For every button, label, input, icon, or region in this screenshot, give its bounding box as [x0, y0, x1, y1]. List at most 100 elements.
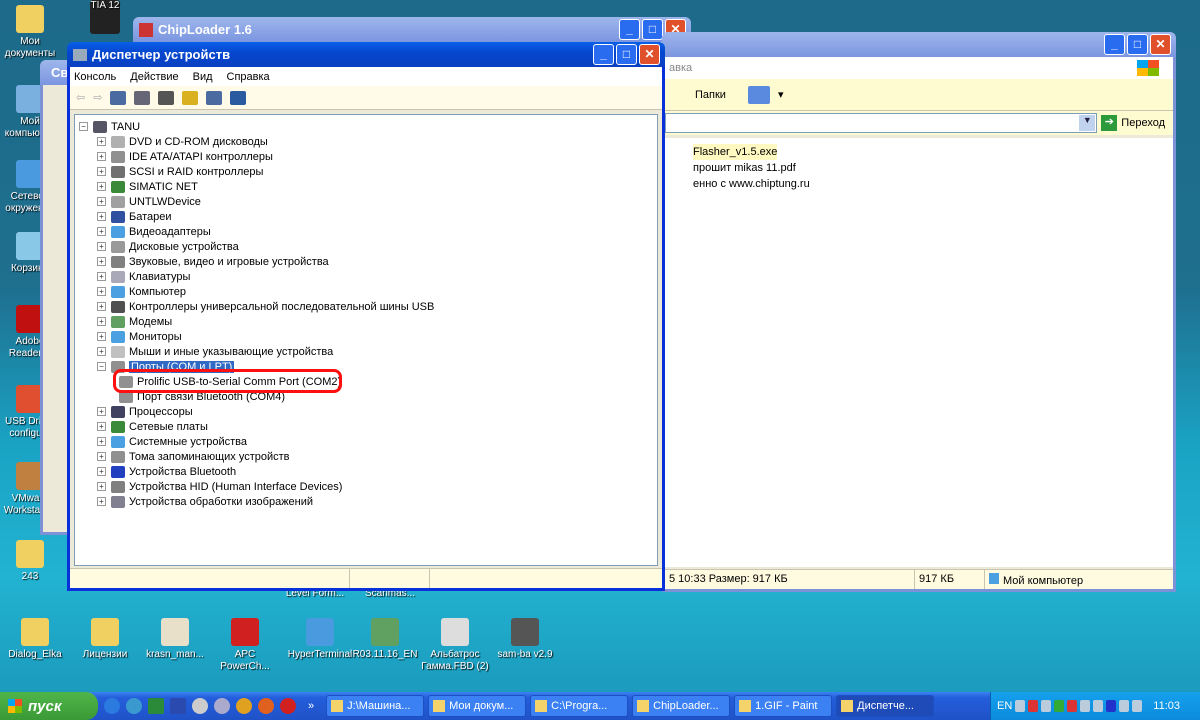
expand-icon[interactable]: +	[97, 317, 106, 326]
menu-action[interactable]: Действие	[130, 71, 178, 83]
device-category[interactable]: + UNTLWDevice	[97, 194, 201, 209]
help-icon[interactable]	[182, 90, 199, 105]
device-category[interactable]: + Звуковые, видео и игровые устройства	[97, 254, 329, 269]
expand-icon[interactable]: +	[97, 437, 106, 446]
tray-icon[interactable]	[1093, 700, 1104, 712]
tray-icon[interactable]	[1015, 700, 1026, 712]
file-item[interactable]: прошит mikas 11.pdf	[693, 160, 1173, 176]
desktop-icon-tia[interactable]: TIA 12	[85, 0, 125, 37]
app-icon[interactable]	[280, 698, 296, 714]
media-player-icon[interactable]	[236, 698, 252, 714]
views-icon[interactable]	[747, 85, 770, 104]
ie-icon[interactable]	[104, 698, 120, 714]
expand-icon[interactable]: +	[97, 407, 106, 416]
expand-icon[interactable]: +	[97, 257, 106, 266]
desktop-icon[interactable]: HyperTerminal	[285, 618, 355, 661]
desktop-icon[interactable]: sam-ba v2.9	[490, 618, 560, 661]
minimize-button[interactable]: _	[1104, 34, 1125, 55]
expand-icon[interactable]: +	[97, 497, 106, 506]
close-button[interactable]: ✕	[1150, 34, 1171, 55]
minimize-button[interactable]: _	[619, 19, 640, 40]
desktop-icon[interactable]: Dialog_Elka	[0, 618, 70, 661]
expand-icon[interactable]: +	[97, 227, 106, 236]
device-category[interactable]: + Устройства Bluetooth	[97, 464, 236, 479]
desktop-icon[interactable]: Альбатрос Гамма.FBD (2)	[420, 618, 490, 673]
start-button[interactable]: пуск	[0, 692, 98, 720]
taskbar-button[interactable]: J:\Машина...	[326, 695, 425, 717]
close-button[interactable]: ✕	[639, 44, 660, 65]
expand-icon[interactable]: +	[97, 182, 106, 191]
maximize-button[interactable]: □	[616, 44, 637, 65]
word-icon[interactable]	[170, 698, 186, 714]
maximize-button[interactable]: □	[642, 19, 663, 40]
expand-icon[interactable]: +	[97, 197, 106, 206]
device-category[interactable]: + Модемы	[97, 314, 172, 329]
expand-icon[interactable]: +	[97, 272, 106, 281]
firefox-icon[interactable]	[258, 698, 274, 714]
taskbar-button[interactable]: C:\Progra...	[530, 695, 629, 717]
forward-icon[interactable]: ⇨	[93, 91, 102, 104]
excel-icon[interactable]	[148, 698, 164, 714]
expand-icon[interactable]: +	[97, 347, 106, 356]
device-category[interactable]: + Устройства HID (Human Interface Devices…	[97, 479, 342, 494]
device-category[interactable]: + Клавиатуры	[97, 269, 190, 284]
language-indicator[interactable]: EN	[997, 700, 1012, 712]
device-category[interactable]: + Сетевые платы	[97, 419, 208, 434]
tray-icon[interactable]	[1119, 700, 1130, 712]
file-list[interactable]: Flasher_v1.5.exe прошит mikas 11.pdf енн…	[665, 138, 1173, 567]
chevron-down-icon[interactable]: ▾	[778, 88, 784, 101]
device-category[interactable]: + Системные устройства	[97, 434, 247, 449]
collapse-icon[interactable]: −	[79, 122, 88, 131]
taskbar-button[interactable]: Мои докум...	[428, 695, 527, 717]
desktop-icon[interactable]: krasn_man...	[140, 618, 210, 661]
collapse-icon[interactable]: −	[97, 362, 106, 371]
desktop-icon[interactable]: 243	[0, 540, 60, 583]
expand-icon[interactable]: +	[97, 212, 106, 221]
app-icon[interactable]	[192, 698, 208, 714]
device-tree[interactable]: − TANU + DVD и CD-ROM дисководы + IDE ATA/AT…	[74, 114, 658, 566]
device-category[interactable]: + Компьютер	[97, 284, 186, 299]
device-category[interactable]: + Батареи	[97, 209, 172, 224]
minimize-button[interactable]: _	[593, 44, 614, 65]
expand-icon[interactable]: +	[97, 152, 106, 161]
taskbar-button[interactable]: Диспетче...	[836, 695, 935, 717]
print-icon[interactable]	[158, 90, 175, 105]
tray-icon[interactable]	[1132, 700, 1143, 712]
expand-icon[interactable]: +	[97, 332, 106, 341]
device-category[interactable]: + Устройства обработки изображений	[97, 494, 313, 509]
chevron-more-icon[interactable]: »	[308, 700, 314, 712]
device-item[interactable]: Порт связи Bluetooth (COM4)	[119, 389, 285, 404]
back-icon[interactable]: ⇦	[76, 91, 85, 104]
device-category[interactable]: + Видеоадаптеры	[97, 224, 211, 239]
folders-button[interactable]: Папки	[695, 89, 726, 101]
device-category[interactable]: + Процессоры	[97, 404, 193, 419]
tray-icon[interactable]	[1041, 700, 1052, 712]
file-item[interactable]: енно с www.chiptung.ru	[693, 176, 1173, 192]
menu-view[interactable]: Вид	[193, 71, 213, 83]
chevron-down-icon[interactable]: ▼	[1079, 115, 1096, 131]
device-category[interactable]: + Тома запоминающих устройств	[97, 449, 290, 464]
expand-icon[interactable]: +	[97, 452, 106, 461]
expand-icon[interactable]: +	[97, 482, 106, 491]
expand-icon[interactable]: +	[97, 167, 106, 176]
scan-hardware-icon[interactable]	[230, 90, 247, 105]
desktop-icon[interactable]: Мои документы	[0, 5, 60, 60]
properties-icon[interactable]	[134, 90, 151, 105]
device-category[interactable]: − Порты (COM и LPT)	[97, 359, 235, 374]
device-category[interactable]: + Мониторы	[97, 329, 182, 344]
device-category[interactable]: + SIMATIC NET	[97, 179, 198, 194]
desktop-icon[interactable]: APC PowerCh...	[210, 618, 280, 673]
expand-icon[interactable]: +	[97, 467, 106, 476]
desktop-icon[interactable]: Лицензии	[70, 618, 140, 661]
device-category[interactable]: + DVD и CD-ROM дисководы	[97, 134, 268, 149]
taskbar-button[interactable]: 1.GIF - Paint	[734, 695, 833, 717]
device-category[interactable]: + Мыши и иные указывающие устройства	[97, 344, 333, 359]
tray-icon[interactable]	[1080, 700, 1091, 712]
tray-icon[interactable]	[1028, 700, 1039, 712]
menu-help[interactable]: авка	[669, 62, 692, 74]
device-manager-window[interactable]: Диспетчер устройств _ □ ✕ Консоль Действие …	[67, 42, 665, 591]
show-hide-tree-icon[interactable]	[110, 90, 127, 105]
device-category[interactable]: + Дисковые устройства	[97, 239, 239, 254]
device-category[interactable]: + Контроллеры универсальной последователь…	[97, 299, 434, 314]
tray-icon[interactable]	[1054, 700, 1065, 712]
